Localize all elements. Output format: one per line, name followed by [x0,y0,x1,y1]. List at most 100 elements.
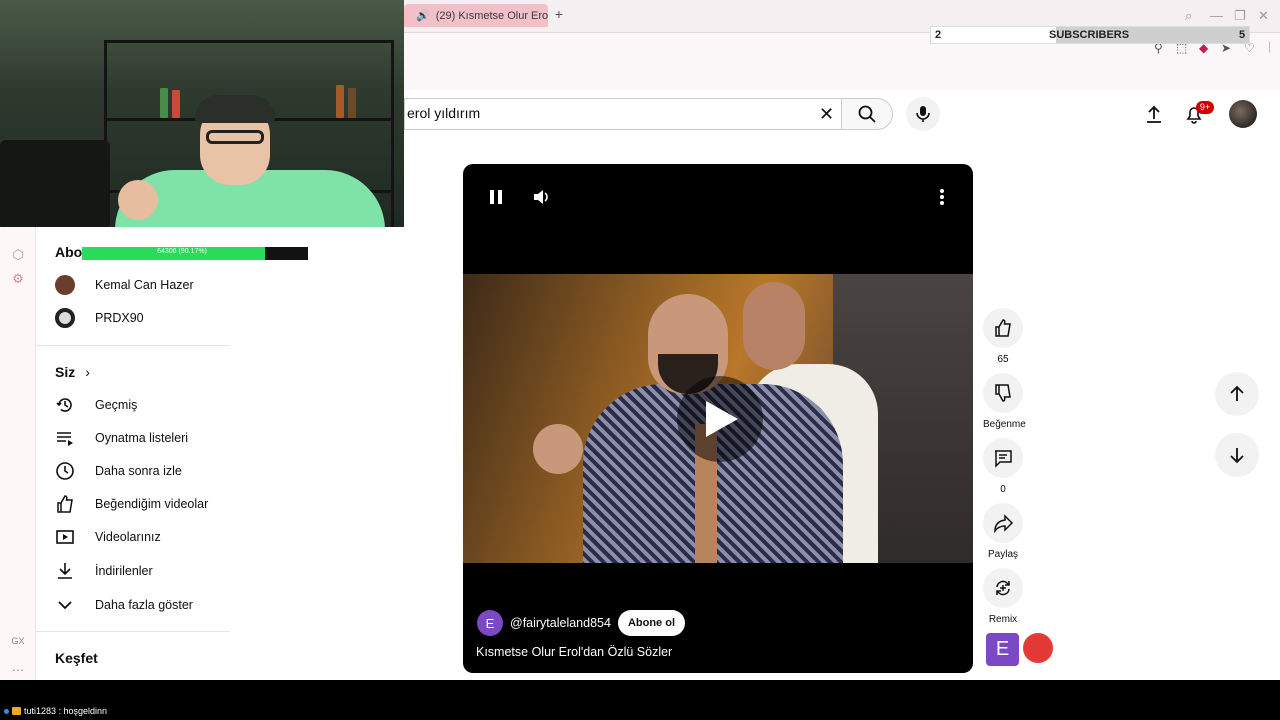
comments-button[interactable] [983,438,1023,478]
channel-name[interactable]: @fairytaleland854 [510,616,611,630]
comments-action: 0 [983,438,1023,495]
subscriber-counter-right: 5 [1239,29,1246,41]
nav-label: Daha sonra izle [95,464,182,478]
share-button[interactable] [983,503,1023,543]
upload-icon [1147,105,1161,123]
remix-label: Remix [988,614,1018,625]
video-title[interactable]: Kısmetse Olur Erol'dan Özlü Sözler [476,645,672,659]
search-button[interactable] [841,98,893,130]
shorts-player[interactable]: E @fairytaleland854 Abone ol Kısmetse Ol… [463,164,973,673]
like-button[interactable] [983,308,1023,348]
previous-short-button[interactable] [1215,372,1259,416]
streamer-cap [195,95,275,123]
channel-avatar[interactable]: E [477,610,503,636]
pause-icon [490,190,502,204]
gx-sidebar: ⬡ ⚙ GX … [0,227,36,680]
stream-chat: tuti1283 : hoşgeldinn [0,680,1280,720]
subscriber-counter-left: 2 [935,29,942,41]
clear-search-icon[interactable]: ✕ [819,104,834,125]
you-title: Siz [55,364,76,380]
video-scene [533,424,583,474]
chevron-down-icon [55,595,75,615]
scroll-handle[interactable]: | [1268,39,1271,53]
share-icon [994,514,1013,533]
more-icon[interactable]: … [10,659,26,675]
remix-icon [996,580,1010,596]
dislike-action: Beğenme [983,373,1026,430]
comment-icon [995,450,1012,468]
close-window-icon[interactable]: ✕ [1258,8,1269,24]
nav-label: Daha fazla göster [95,598,193,612]
divider [36,345,230,346]
streamer-glasses [206,130,264,144]
volume-button[interactable] [530,186,552,208]
playlist-icon [55,428,75,448]
arrow-down-icon [1230,448,1244,464]
thumbs-down-icon [995,384,1011,402]
video-icon [55,527,75,547]
tab-title: (29) Kısmetse Olur Erol [435,9,548,22]
nav-watch-later[interactable]: Daha sonra izle [36,455,230,487]
chat-badge-icon [4,708,9,714]
voice-search-button[interactable] [906,97,940,131]
chair [0,140,110,227]
extensions-icon[interactable]: ⬡ [10,247,26,263]
like-count: 65 [997,354,1009,365]
nav-label: Oynatma listeleri [95,431,189,445]
nav-label: İndirilenler [95,564,153,578]
play-icon [706,401,738,437]
nav-liked-videos[interactable]: Beğendiğim videolar [36,488,230,520]
speaker-icon: 🔊 [416,10,430,22]
sidebar: Abonelikler Kemal Can Hazer PRDX90 Siz ›… [36,227,230,680]
big-play-button[interactable] [677,376,763,462]
more-options-button[interactable] [931,186,953,208]
mic-icon [916,106,930,122]
nav-your-videos[interactable]: Videolarınız [36,521,230,553]
book [172,90,180,118]
nav-history[interactable]: Geçmiş [36,389,230,421]
you-section-header[interactable]: Siz › [55,364,90,380]
like-action: 65 [983,308,1023,365]
browser-tab[interactable]: 🔊 (29) Kısmetse Olur Erol [404,4,548,27]
extension-logo-icon[interactable] [1023,633,1053,663]
nav-playlists[interactable]: Oynatma listeleri [36,422,230,454]
account-avatar[interactable] [1229,100,1257,128]
subscription-label: Kemal Can Hazer [95,278,194,292]
search-input[interactable] [407,105,787,121]
restore-icon[interactable]: ❐ [1234,8,1246,24]
book [348,88,356,118]
upload-button[interactable] [1142,102,1166,126]
search-icon [858,105,876,123]
download-icon [55,561,75,581]
history-icon [55,395,75,415]
thumbs-up-icon [55,494,75,514]
nav-label: Videolarınız [95,530,161,544]
subscription-label: PRDX90 [95,311,144,325]
extension-avatar[interactable]: E [986,633,1019,666]
nav-label: Geçmiş [95,398,138,412]
remix-button[interactable] [983,568,1023,608]
next-short-button[interactable] [1215,433,1259,477]
chevron-right-icon: › [85,364,90,380]
subscription-item[interactable]: PRDX90 [36,302,230,334]
minimize-icon[interactable]: — [1210,8,1223,23]
screen: 🔊 (29) Kısmetse Olur Erol + ⌕ — ❐ ✕ ⚲ ⬚ … [0,0,1280,720]
pause-button[interactable] [485,186,507,208]
volume-icon [534,190,548,204]
overlay-progress-text: 64306 (90.17%) [157,248,207,255]
nav-label: Beğendiğim videolar [95,497,209,511]
nav-downloads[interactable]: İndirilenler [36,555,230,587]
dislike-button[interactable] [983,373,1023,413]
video-scene [743,282,805,370]
subscribe-button[interactable]: Abone ol [617,610,686,636]
subscriber-counter-label: SUBSCRIBERS [1049,29,1130,41]
book [336,85,344,118]
comment-count: 0 [1000,484,1006,495]
settings-icon[interactable]: ⚙ [10,271,26,287]
subscription-item[interactable]: Kemal Can Hazer [36,269,230,301]
dislike-label: Beğenme [983,419,1026,430]
search-box: ✕ [404,98,841,130]
new-tab-button[interactable]: + [552,7,566,21]
search-tabs-icon[interactable]: ⌕ [1185,8,1192,24]
nav-show-more[interactable]: Daha fazla göster [36,589,230,621]
